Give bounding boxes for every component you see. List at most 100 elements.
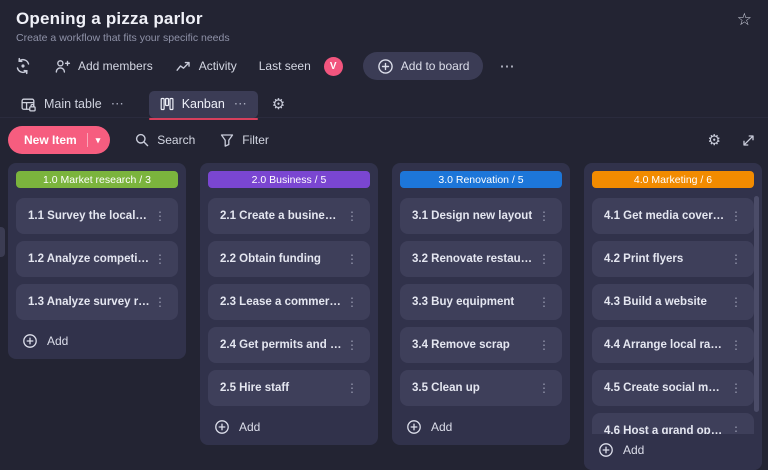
kanban-card[interactable]: 3.2 Renovate restaurant ⋮ (400, 241, 562, 277)
tab-main-table-label: Main table (44, 97, 102, 111)
tab-kanban[interactable]: Kanban ⋯ (149, 91, 258, 118)
card-menu-icon[interactable]: ⋮ (342, 293, 362, 311)
new-item-button[interactable]: New Item ▾ (8, 126, 110, 154)
plus-circle-icon (214, 419, 230, 435)
card-menu-icon[interactable]: ⋮ (342, 207, 362, 225)
card-title: 4.2 Print flyers (604, 253, 726, 265)
card-menu-icon[interactable]: ⋮ (534, 336, 554, 354)
card-menu-icon[interactable]: ⋮ (150, 293, 170, 311)
add-card-label: Add (431, 420, 452, 434)
search-button[interactable]: Search (134, 132, 195, 148)
tabbar-settings-gear-icon[interactable]: ⚙ (272, 97, 285, 112)
kanban-card[interactable]: 1.1 Survey the local area ⋮ (16, 198, 178, 234)
tab-main-table[interactable]: Main table ⋯ (10, 91, 135, 118)
column-header[interactable]: 4.0 Marketing / 6 (592, 171, 754, 188)
kanban-column-marketing: 4.0 Marketing / 6 4.1 Get media coverage… (584, 163, 762, 470)
add-to-board-label: Add to board (401, 59, 470, 73)
kanban-card[interactable]: 2.4 Get permits and licenses ⋮ (208, 327, 370, 363)
filter-funnel-icon (219, 132, 235, 148)
add-card-button[interactable]: Add (208, 413, 370, 437)
card-menu-icon[interactable]: ⋮ (534, 207, 554, 225)
add-card-button[interactable]: Add (400, 413, 562, 437)
kanban-card[interactable]: 3.1 Design new layout ⋮ (400, 198, 562, 234)
card-menu-icon[interactable]: ⋮ (534, 379, 554, 397)
kanban-card[interactable]: 2.5 Hire staff ⋮ (208, 370, 370, 406)
card-menu-icon[interactable]: ⋮ (726, 293, 746, 311)
column-header[interactable]: 1.0 Market research / 3 (16, 171, 178, 188)
kanban-column-renovation: 3.0 Renovation / 5 3.1 Design new layout… (392, 163, 570, 445)
filter-label: Filter (242, 133, 269, 147)
card-title: 1.3 Analyze survey results (28, 296, 150, 308)
column-header[interactable]: 3.0 Renovation / 5 (400, 171, 562, 188)
add-to-board-button[interactable]: Add to board (363, 52, 484, 80)
kanban-card[interactable]: 4.3 Build a website ⋮ (592, 284, 754, 320)
card-menu-icon[interactable]: ⋮ (534, 293, 554, 311)
column-header[interactable]: 2.0 Business / 5 (208, 171, 370, 188)
chevron-down-icon[interactable]: ▾ (96, 135, 101, 146)
add-card-button[interactable]: Add (16, 327, 178, 351)
card-menu-icon[interactable]: ⋮ (534, 250, 554, 268)
card-menu-icon[interactable]: ⋮ (342, 336, 362, 354)
plus-circle-icon (406, 419, 422, 435)
card-menu-icon[interactable]: ⋮ (342, 379, 362, 397)
card-title: 2.2 Obtain funding (220, 253, 342, 265)
kanban-card[interactable]: 1.3 Analyze survey results ⋮ (16, 284, 178, 320)
kanban-card[interactable]: 3.5 Clean up ⋮ (400, 370, 562, 406)
add-members-label: Add members (78, 59, 153, 73)
filter-button[interactable]: Filter (219, 132, 269, 148)
person-plus-icon (54, 58, 71, 75)
action-bar: New Item ▾ Search Filter ⚙ (0, 118, 768, 160)
tab-kanban-menu-icon[interactable]: ⋯ (234, 96, 248, 112)
collapse-panel-handle[interactable] (0, 227, 5, 257)
tab-main-table-menu-icon[interactable]: ⋯ (111, 96, 125, 112)
search-icon (134, 132, 150, 148)
last-seen[interactable]: Last seen V (259, 57, 343, 76)
avatar[interactable]: V (324, 57, 343, 76)
card-title: 4.4 Arrange local radio ads (604, 339, 726, 351)
card-title: 2.4 Get permits and licenses (220, 339, 342, 351)
column-scrollbar[interactable] (754, 196, 759, 412)
add-members-button[interactable]: Add members (54, 58, 153, 75)
kanban-card[interactable]: 2.2 Obtain funding ⋮ (208, 241, 370, 277)
kanban-card[interactable]: 2.1 Create a business plan ⋮ (208, 198, 370, 234)
card-menu-icon[interactable]: ⋮ (150, 250, 170, 268)
card-title: 2.5 Hire staff (220, 382, 342, 394)
card-title: 4.5 Create social media accoun... (604, 382, 726, 394)
kanban-card[interactable]: 4.1 Get media coverage ⋮ (592, 198, 754, 234)
toolbar-more-icon[interactable]: ⋯ (499, 57, 515, 75)
active-tab-underline (149, 118, 258, 120)
expand-icon[interactable] (741, 133, 756, 148)
favorite-star-icon[interactable]: ☆ (737, 11, 752, 28)
kanban-card[interactable]: 1.2 Analyze competitors ⋮ (16, 241, 178, 277)
activity-button[interactable]: Activity (175, 58, 237, 75)
card-menu-icon[interactable]: ⋮ (726, 207, 746, 225)
kanban-card[interactable]: 4.2 Print flyers ⋮ (592, 241, 754, 277)
action-bar-right: ⚙ (708, 133, 756, 148)
plus-circle-icon (598, 442, 614, 458)
card-title: 3.1 Design new layout (412, 210, 534, 222)
kanban-column-market-research: 1.0 Market research / 3 1.1 Survey the l… (8, 163, 186, 359)
kanban-card[interactable]: 4.5 Create social media accoun... ⋮ (592, 370, 754, 406)
toolbar: Add members Activity Last seen V Add to … (0, 50, 768, 82)
add-card-button[interactable]: Add (584, 434, 762, 470)
card-menu-icon[interactable]: ⋮ (726, 336, 746, 354)
card-menu-icon[interactable]: ⋮ (150, 207, 170, 225)
add-card-label: Add (47, 334, 68, 348)
button-divider (87, 133, 88, 147)
card-menu-icon[interactable]: ⋮ (342, 250, 362, 268)
kanban-card[interactable]: 3.4 Remove scrap ⋮ (400, 327, 562, 363)
board-settings-gear-icon[interactable]: ⚙ (708, 133, 721, 148)
card-title: 4.1 Get media coverage (604, 210, 726, 222)
card-menu-icon[interactable]: ⋮ (726, 379, 746, 397)
kanban-card[interactable]: 4.4 Arrange local radio ads ⋮ (592, 327, 754, 363)
card-title: 2.3 Lease a commercial space (220, 296, 342, 308)
integrate-icon[interactable] (14, 57, 32, 75)
kanban-card[interactable]: 2.3 Lease a commercial space ⋮ (208, 284, 370, 320)
new-item-label: New Item (24, 133, 77, 147)
card-menu-icon[interactable]: ⋮ (726, 250, 746, 268)
card-title: 2.1 Create a business plan (220, 210, 342, 222)
search-label: Search (157, 133, 195, 147)
kanban-card[interactable]: 3.3 Buy equipment ⋮ (400, 284, 562, 320)
card-title: 3.2 Renovate restaurant (412, 253, 534, 265)
page-subtitle: Create a workflow that fits your specifi… (16, 32, 752, 44)
